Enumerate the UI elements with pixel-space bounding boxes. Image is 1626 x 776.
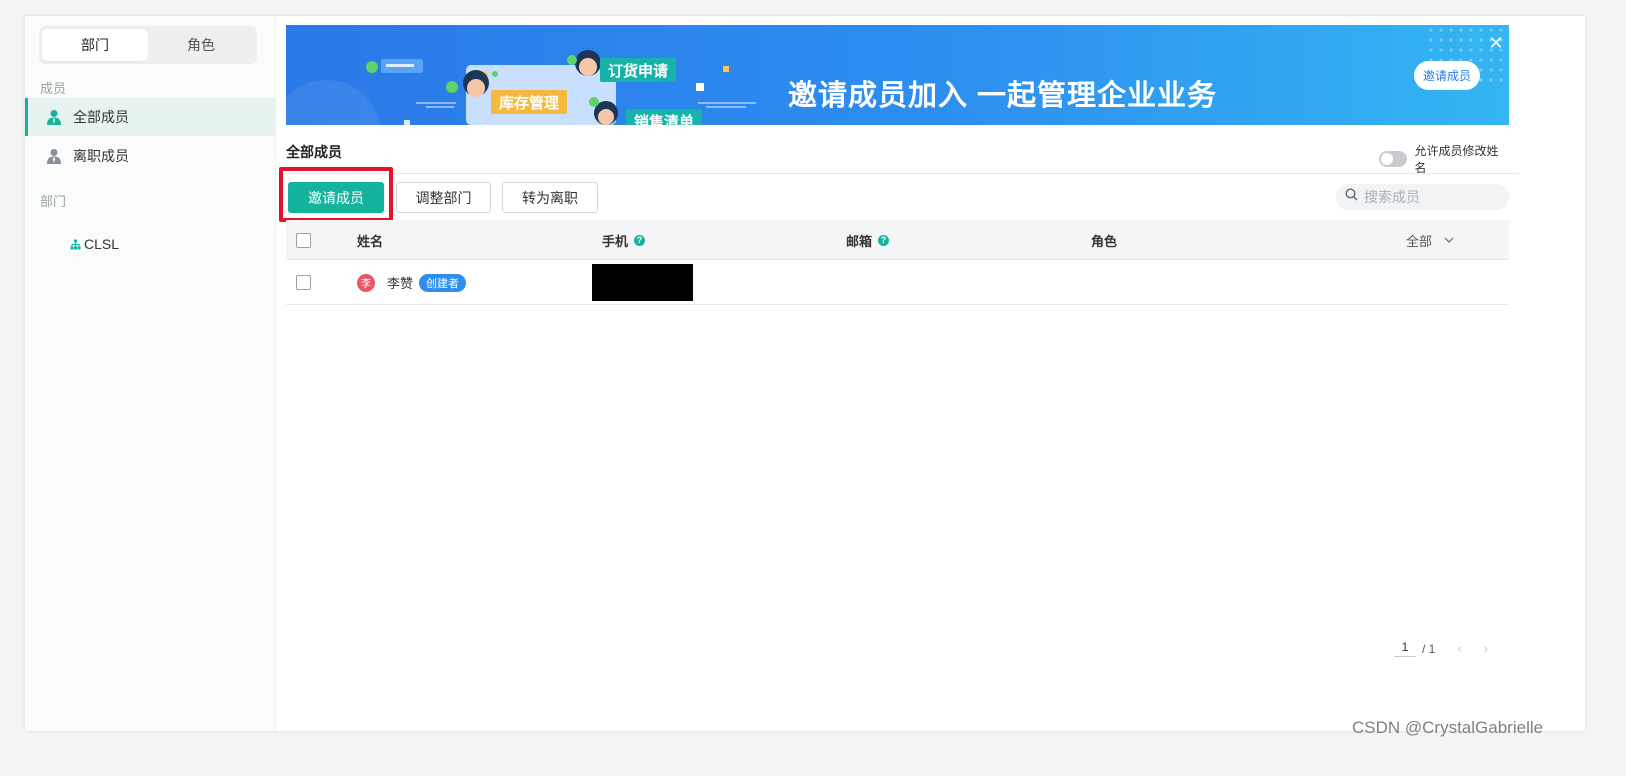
column-name: 姓名 (357, 233, 384, 249)
column-label: 手机 (602, 233, 629, 249)
toggle-label: 允许成员修改姓名 (1414, 144, 1499, 175)
user-icon (47, 148, 61, 164)
banner-tag-inventory: 库存管理 (491, 90, 568, 114)
banner-tag-sales: 销售清单 (626, 109, 703, 125)
table-row[interactable]: 李 李赞 创建者 (286, 260, 1509, 305)
sidebar-item-resigned-members[interactable]: 离职成员 (25, 137, 276, 175)
search-box (1336, 184, 1509, 210)
main-panel: 订货申请 库存管理 销售清单 邀请成员加入 一起管理企业业务 邀请成员 ✕ 全部… (276, 16, 1519, 731)
chevron-right-icon[interactable]: › (1484, 641, 1488, 656)
select-all-checkbox-cell (296, 220, 311, 260)
column-role: 角色 (1091, 233, 1118, 249)
watermark: CSDN @CrystalGabrielle (1352, 718, 1544, 737)
help-icon[interactable]: ? (878, 234, 890, 246)
name-cell: 李 李赞 创建者 (357, 260, 467, 305)
chevron-down-icon (1444, 237, 1454, 243)
page-title: 全部成员 (286, 144, 342, 160)
help-icon[interactable]: ? (634, 234, 646, 246)
header-divider (276, 173, 1519, 174)
column-label: 邮箱 (846, 233, 873, 249)
rename-permission-toggle[interactable] (1379, 151, 1407, 167)
search-icon (1345, 188, 1358, 206)
page-total: / 1 (1422, 641, 1436, 656)
row-checkbox-cell (296, 260, 311, 305)
select-all-checkbox[interactable] (296, 232, 311, 248)
banner-tag-order: 订货申请 (600, 58, 677, 82)
table-header: 姓名 手机 ? 邮箱 ? 角色 全部 (286, 220, 1509, 260)
avatar: 李 (357, 273, 375, 292)
dept-tree-item-clsl[interactable]: CLSL (70, 236, 119, 252)
row-checkbox[interactable] (296, 275, 311, 290)
close-icon[interactable]: ✕ (1486, 33, 1506, 53)
tab-department[interactable]: 部门 (42, 29, 148, 61)
user-icon (47, 109, 61, 125)
page-number-input[interactable]: 1 (1394, 640, 1416, 657)
tab-role[interactable]: 角色 (148, 29, 254, 61)
app-window: 部门 角色 成员 全部成员 离职成员 部门 CLSL 订货申请 库存管理 销售清… (25, 16, 1585, 731)
banner-title: 邀请成员加入 一起管理企业业务 (788, 80, 1218, 112)
sidebar-item-label: 全部成员 (73, 109, 129, 125)
chevron-left-icon[interactable]: ‹ (1457, 641, 1461, 656)
redacted-phone-block (592, 264, 693, 301)
invite-banner: 订货申请 库存管理 销售清单 邀请成员加入 一起管理企业业务 邀请成员 ✕ (286, 25, 1509, 125)
dept-tree-label: CLSL (84, 236, 120, 252)
adjust-department-button[interactable]: 调整部门 (396, 182, 491, 213)
sidebar: 部门 角色 成员 全部成员 离职成员 部门 CLSL (25, 16, 276, 731)
org-tree-icon (70, 239, 81, 250)
members-group-label: 成员 (40, 81, 67, 96)
sidebar-segmented-control: 部门 角色 (39, 26, 257, 64)
sidebar-item-all-members[interactable]: 全部成员 (25, 98, 276, 136)
search-input[interactable] (1364, 189, 1494, 205)
column-phone: 手机 ? (602, 220, 646, 260)
sidebar-item-label: 离职成员 (73, 148, 129, 164)
member-name: 李赞 (387, 276, 414, 291)
pagination: 1 / 1 ‹ › (1394, 640, 1488, 657)
column-email: 邮箱 ? (846, 220, 890, 260)
dept-group-label: 部门 (40, 194, 67, 209)
role-filter-value: 全部 (1406, 233, 1433, 249)
invite-member-button[interactable]: 邀请成员 (288, 182, 384, 213)
creator-badge: 创建者 (419, 273, 467, 292)
role-filter-dropdown[interactable]: 全部 (1406, 220, 1454, 260)
mark-resigned-button[interactable]: 转为离职 (502, 182, 598, 213)
phone-cell (592, 260, 693, 305)
banner-invite-button[interactable]: 邀请成员 (1414, 61, 1480, 90)
rename-permission-toggle-group: 允许成员修改姓名 (1379, 142, 1509, 176)
